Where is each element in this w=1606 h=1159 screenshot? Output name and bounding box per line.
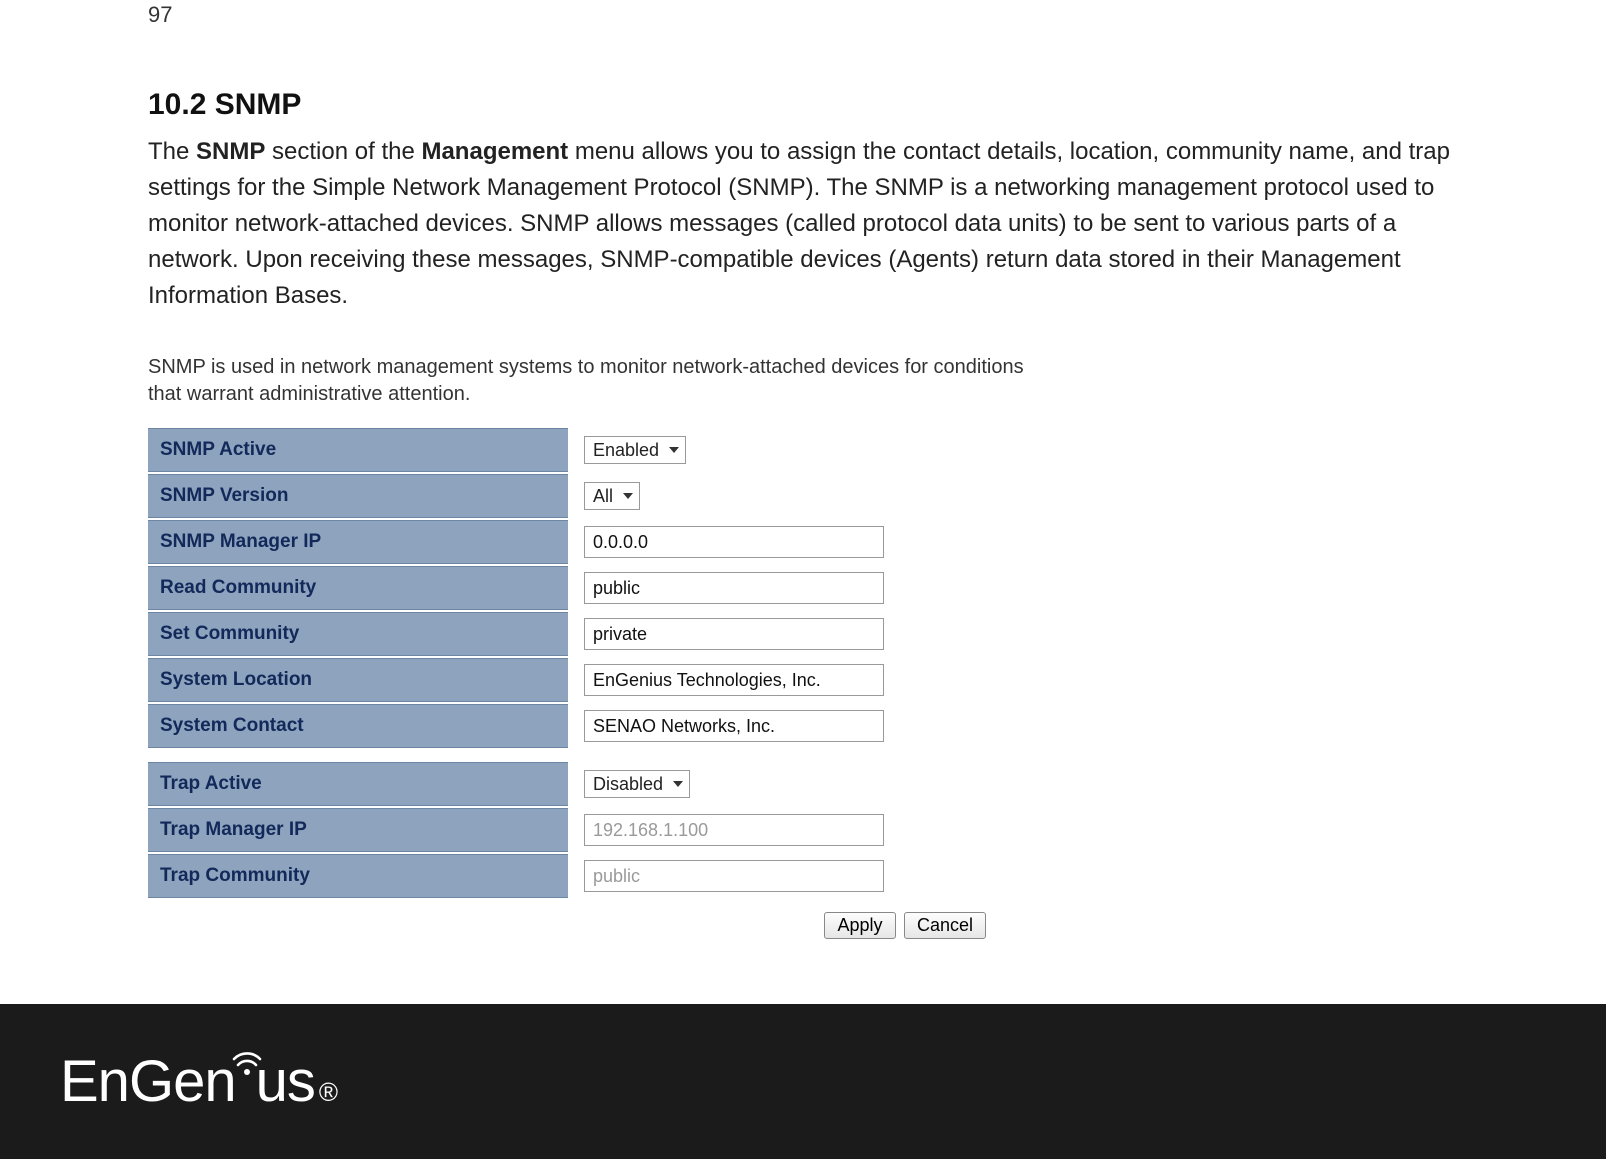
input-trap-community [584,860,884,892]
label-trap-manager-ip: Trap Manager IP [148,808,568,852]
label-trap-active: Trap Active [148,762,568,806]
logo-text: Gen [129,1048,236,1115]
section-heading: 10.2 SNMP [148,88,1458,122]
page-footer: EnGen us® [0,1004,1606,1159]
chevron-down-icon [623,493,633,499]
chevron-down-icon [673,781,683,787]
label-snmp-manager-ip: SNMP Manager IP [148,520,568,564]
paragraph-text: section of the [265,138,421,165]
input-snmp-manager-ip[interactable] [584,526,884,558]
label-snmp-active: SNMP Active [148,428,568,472]
label-trap-community: Trap Community [148,854,568,898]
engenius-logo: EnGen us® [60,1048,338,1115]
apply-button[interactable]: Apply [824,912,895,939]
chevron-down-icon [669,447,679,453]
snmp-config-form: SNMP Active Enabled SNMP Version All [148,426,1038,939]
snmp-description-note: SNMP is used in network management syste… [148,354,1028,408]
paragraph-text: The [148,138,196,165]
select-value: Enabled [593,440,659,461]
select-value: Disabled [593,774,663,795]
label-system-location: System Location [148,658,568,702]
select-snmp-version[interactable]: All [584,482,640,510]
wifi-icon [230,1045,264,1077]
input-trap-manager-ip [584,814,884,846]
select-snmp-active[interactable]: Enabled [584,436,686,464]
input-read-community[interactable] [584,572,884,604]
input-system-location[interactable] [584,664,884,696]
label-system-contact: System Contact [148,704,568,748]
registered-trademark-icon: ® [319,1077,338,1108]
select-trap-active[interactable]: Disabled [584,770,690,798]
input-system-contact[interactable] [584,710,884,742]
input-set-community[interactable] [584,618,884,650]
logo-text: En [60,1048,129,1115]
section-paragraph: The SNMP section of the Management menu … [148,134,1458,314]
label-set-community: Set Community [148,612,568,656]
paragraph-bold-management: Management [421,138,568,165]
logo-text: us [256,1048,315,1115]
label-snmp-version: SNMP Version [148,474,568,518]
page-number: 97 [148,2,1458,28]
label-read-community: Read Community [148,566,568,610]
select-value: All [593,486,613,507]
cancel-button[interactable]: Cancel [904,912,986,939]
paragraph-bold-snmp: SNMP [196,138,265,165]
